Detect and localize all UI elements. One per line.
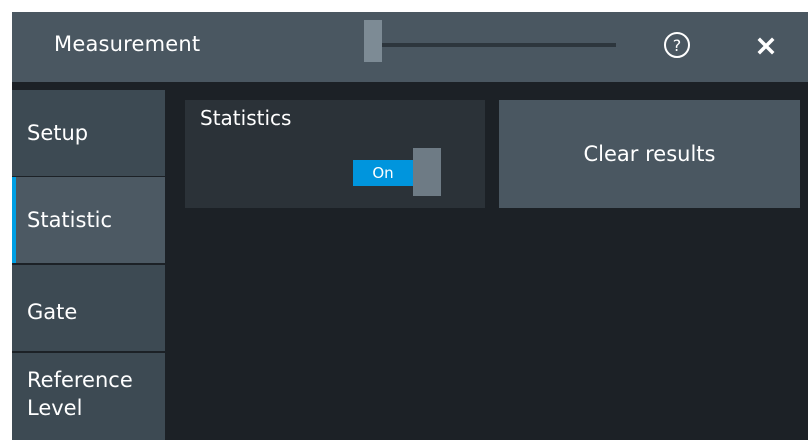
title-bar[interactable]: Measurement ? (12, 12, 808, 82)
statistics-label: Statistics (200, 106, 292, 130)
statistics-toggle[interactable]: On (353, 148, 441, 196)
sidebar-item-label: Statistic (27, 208, 113, 232)
measurement-dialog: Measurement ? Setup Statistic Gate Refer… (12, 12, 808, 440)
active-indicator (12, 177, 16, 263)
close-icon[interactable] (752, 32, 780, 60)
sidebar-item-label: Gate (27, 300, 78, 324)
svg-text:?: ? (673, 36, 682, 55)
transparency-slider-thumb[interactable] (364, 20, 382, 62)
transparency-slider-track[interactable] (376, 43, 616, 47)
sidebar: Setup Statistic Gate Reference Level (12, 90, 165, 440)
toggle-on-segment: On (353, 160, 413, 186)
clear-results-button[interactable]: Clear results (499, 100, 800, 208)
sidebar-item-statistic[interactable]: Statistic (12, 177, 165, 263)
sidebar-item-label: Reference Level (27, 368, 133, 420)
sidebar-item-gate[interactable]: Gate (12, 265, 165, 351)
dialog-title: Measurement (54, 32, 201, 56)
toggle-state-label: On (372, 164, 394, 182)
sidebar-item-reference-level[interactable]: Reference Level (12, 353, 165, 440)
toggle-knob[interactable] (413, 148, 441, 196)
sidebar-item-setup[interactable]: Setup (12, 90, 165, 176)
help-icon[interactable]: ? (662, 30, 692, 60)
statistics-setting: Statistics On (185, 100, 485, 208)
sidebar-item-label: Setup (27, 121, 89, 145)
content-panel: Statistics On Clear results (165, 90, 808, 440)
